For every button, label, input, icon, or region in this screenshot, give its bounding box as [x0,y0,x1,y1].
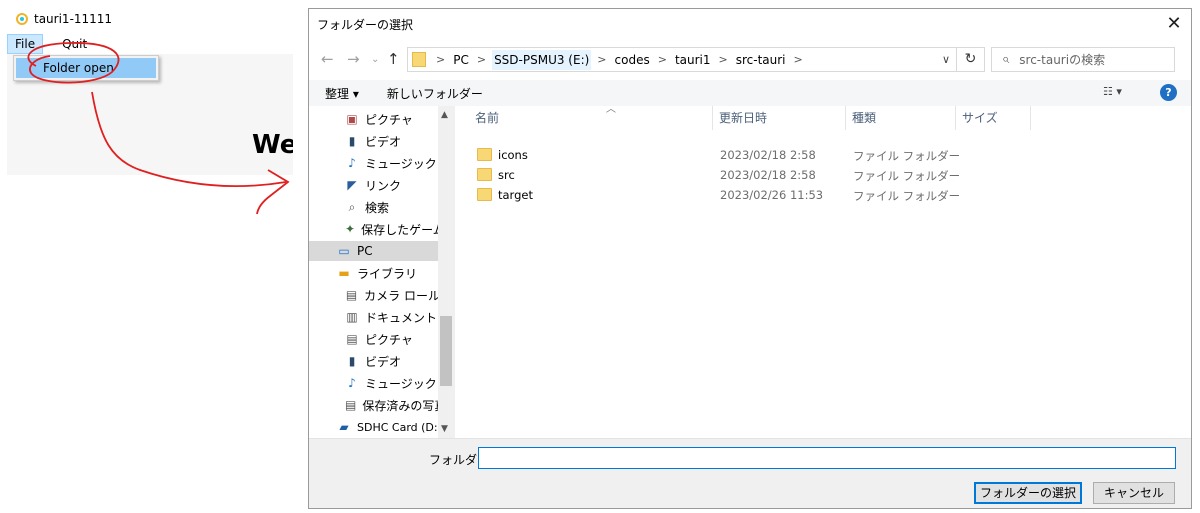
select-folder-button[interactable]: フォルダーの選択 [974,482,1082,504]
search-input[interactable]: ⌕ src-tauriの検索 [991,47,1175,72]
saved-pictures-icon: ▤ [345,398,357,412]
search-icon: ⌕ [1002,52,1010,67]
breadcrumb-src-tauri[interactable]: src-tauri [734,50,788,70]
navigation-pane: ▣ ピクチャ ▮ ビデオ ♪ ミュージック ◤ リンク ⌕ 検索 ✦ 保存したゲーム ▭ PC… [309,106,454,438]
menu-quit[interactable]: Quit [55,34,94,54]
command-toolbar: 整理 ▾ 新しいフォルダー ☷ ▾ ? [309,80,1191,106]
breadcrumb-drive[interactable]: SSD-PSMU3 (E:) [492,49,592,70]
videos-icon: ▮ [348,134,356,148]
close-icon[interactable]: ✕ [1165,15,1183,33]
sort-ascending-icon: ︿ [606,104,616,115]
library-icon: ▬ [338,266,350,280]
chevron-right-icon[interactable]: > [658,53,667,66]
nav-item-saved-games[interactable]: ✦ 保存したゲーム [345,219,445,239]
table-row[interactable]: src 2023/02/18 2:58 ファイル フォルダー [455,165,1192,185]
pictures-icon: ▤ [346,332,358,346]
pictures-icon: ▣ [346,112,358,126]
back-arrow-icon[interactable]: ← [321,50,334,68]
scroll-down-icon[interactable]: ▼ [441,424,448,434]
table-row[interactable]: target 2023/02/26 11:53 ファイル フォルダー [455,185,1192,205]
folder-icon [477,188,492,201]
cancel-button[interactable]: キャンセル [1093,482,1175,504]
scrollbar-thumb[interactable] [440,316,452,386]
camera-roll-icon: ▤ [345,288,358,302]
folder-name-input[interactable] [478,447,1176,469]
new-folder-button[interactable]: 新しいフォルダー [379,85,491,102]
nav-item-pictures[interactable]: ▣ ピクチャ [345,109,435,129]
chevron-down-icon[interactable]: ∨ [942,53,950,66]
organize-button[interactable]: 整理 ▾ [317,85,367,102]
address-row: ← → ⌄ ↑ > PC > SSD-PSMU3 (E:) > codes > … [309,40,1191,80]
nav-scrollbar[interactable]: ▲ ▼ [438,106,454,438]
annotation-arrowhead [256,169,290,215]
app-menubar: File Quit [7,34,293,54]
column-name[interactable]: 名前 ︿ [469,104,713,130]
scroll-up-icon[interactable]: ▲ [441,110,448,120]
nav-item-search[interactable]: ⌕ 検索 [345,197,435,217]
forward-arrow-icon[interactable]: → [347,50,360,68]
refresh-icon[interactable]: ↻ [957,47,985,72]
menu-item-folder-open[interactable]: Folder open [16,58,156,78]
column-size[interactable]: サイズ [956,106,1031,130]
breadcrumb-codes[interactable]: codes [613,50,652,70]
folder-icon [477,168,492,181]
search-icon: ⌕ [348,200,356,214]
music-icon: ♪ [348,156,356,170]
folder-icon [412,52,426,67]
welcome-heading: We [252,130,293,160]
nav-item-pc[interactable]: ▭ PC [309,241,439,261]
sd-card-icon: ▰ [339,420,349,434]
dialog-title: フォルダーの選択 [317,18,414,32]
chevron-right-icon[interactable]: > [436,53,445,66]
music-icon: ♪ [348,376,356,390]
nav-item-music[interactable]: ♪ ミュージック [345,153,440,173]
breadcrumb-pc[interactable]: PC [451,50,471,70]
chevron-right-icon[interactable]: > [719,53,728,66]
nav-item-library[interactable]: ▬ ライブラリ [337,263,427,283]
dialog-titlebar[interactable]: フォルダーの選択 ✕ [309,9,1191,40]
documents-icon: ▥ [346,310,358,324]
chevron-right-icon[interactable]: > [597,53,606,66]
help-icon[interactable]: ? [1160,84,1177,101]
app-window: tauri1-11111 File Quit We Folder open [7,5,293,175]
view-options-icon[interactable]: ☷ ▾ [1103,85,1122,98]
file-menu-dropdown: Folder open [13,55,159,81]
chevron-right-icon[interactable]: > [794,53,803,66]
videos-icon: ▮ [348,354,356,368]
nav-item-sd-card[interactable]: ▰ SDHC Card (D:) [337,417,442,437]
saved-games-icon: ✦ [345,222,356,236]
search-placeholder: src-tauriの検索 [1019,53,1106,67]
nav-item-camera-roll[interactable]: ▤ カメラ ロール [345,285,440,305]
column-modified[interactable]: 更新日時 [713,106,846,130]
tauri-logo-icon [16,13,28,25]
nav-item-documents[interactable]: ▥ ドキュメント [345,307,440,327]
table-row[interactable]: icons 2023/02/18 2:58 ファイル フォルダー [455,145,1192,165]
folder-icon [477,148,492,161]
nav-item-videos-2[interactable]: ▮ ビデオ [345,351,435,371]
menu-file[interactable]: File [7,34,44,54]
nav-item-pictures-2[interactable]: ▤ ピクチャ [345,329,435,349]
app-title: tauri1-11111 [34,12,113,26]
app-titlebar[interactable]: tauri1-11111 [7,5,293,33]
nav-item-saved-pictures[interactable]: ▤ 保存済みの写真 [345,395,446,415]
nav-item-music-2[interactable]: ♪ ミュージック [345,373,440,393]
breadcrumb-tauri1[interactable]: tauri1 [673,50,713,70]
links-icon: ◤ [347,178,357,192]
up-arrow-icon[interactable]: ↑ [387,50,400,68]
column-type[interactable]: 種類 [846,106,956,130]
pc-icon: ▭ [338,244,350,258]
chevron-right-icon[interactable]: > [477,53,486,66]
folder-dialog: フォルダーの選択 ✕ ← → ⌄ ↑ > PC > SSD-PSMU3 (E:)… [308,8,1192,509]
address-bar[interactable]: > PC > SSD-PSMU3 (E:) > codes > tauri1 >… [407,47,957,72]
nav-item-links[interactable]: ◤ リンク [345,175,435,195]
recent-chevron-icon[interactable]: ⌄ [371,54,379,65]
dialog-footer: フォルダー: フォルダーの選択 キャンセル [309,438,1191,508]
file-list: 名前 ︿ 更新日時 種類 サイズ icons 2023/02/18 2:58 フ… [454,104,1192,438]
nav-item-videos[interactable]: ▮ ビデオ [345,131,435,151]
